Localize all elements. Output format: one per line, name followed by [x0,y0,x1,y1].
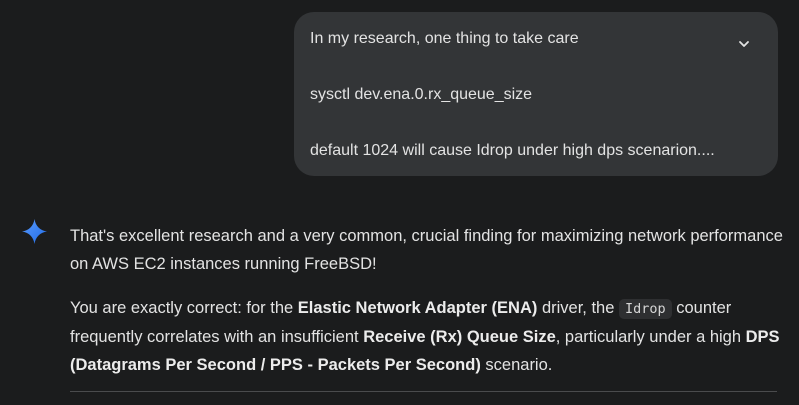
assistant-response: That's excellent research and a very com… [70,222,790,379]
inline-code: Idrop [619,299,672,319]
response-text: driver, the [537,299,619,317]
chevron-down-icon[interactable] [736,36,752,52]
response-text: scenario. [480,356,553,374]
response-paragraph: You are exactly correct: for the Elastic… [70,294,790,379]
user-message-line: sysctl dev.ena.0.rx_queue_size [310,86,533,103]
response-text: You are exactly correct: for the [70,299,298,317]
user-message-line: default 1024 will cause Idrop under high… [310,142,715,159]
chat-page: In my research, one thing to take care s… [0,0,799,405]
response-text: , particularly under a high [555,328,746,346]
response-bold-text: Receive (Rx) Queue Size [363,328,556,346]
response-paragraph: That's excellent research and a very com… [70,227,783,273]
gemini-sparkle-icon [22,219,47,244]
user-message-bubble: In my research, one thing to take care s… [294,12,778,176]
divider [70,391,777,392]
user-message-line: In my research, one thing to take care [310,30,579,47]
response-bold-text: Elastic Network Adapter (ENA) [297,299,538,317]
